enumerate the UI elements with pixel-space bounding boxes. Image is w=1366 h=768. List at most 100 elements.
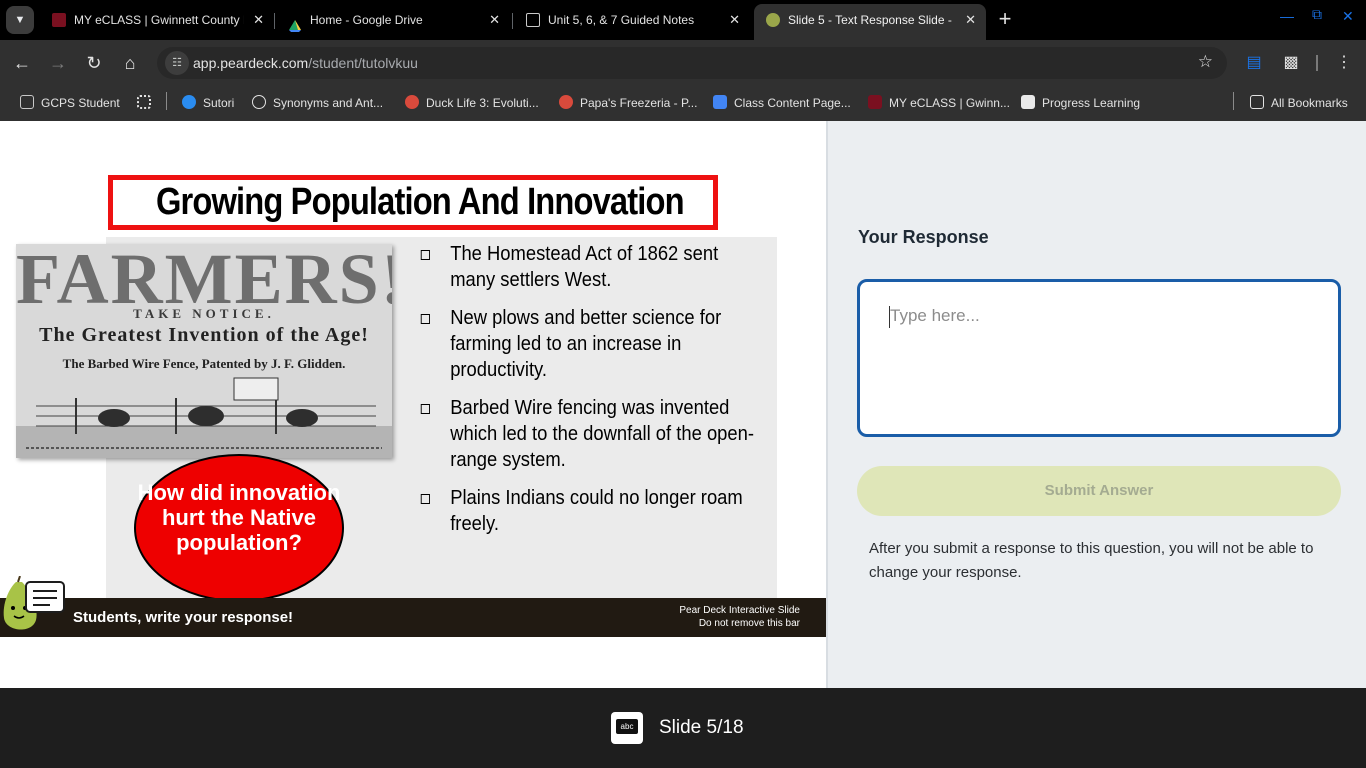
- bookmark-divider: [166, 92, 167, 110]
- minimize-icon[interactable]: —: [1280, 8, 1294, 24]
- bookmark-duck-life[interactable]: Duck Life 3: Evoluti...: [405, 93, 539, 113]
- response-textarea[interactable]: Type here...: [857, 279, 1341, 437]
- site-info-icon[interactable]: ☷: [165, 51, 189, 75]
- bullet-square-icon: [420, 404, 430, 414]
- tab-eclass[interactable]: MY eCLASS | Gwinnett County P ✕: [40, 4, 274, 40]
- bookmark-divider: [1233, 92, 1234, 110]
- pear-deck-bar-note: Pear Deck Interactive Slide Do not remov…: [679, 604, 800, 630]
- close-icon[interactable]: ✕: [965, 4, 976, 36]
- extensions-icon[interactable]: ▩: [1280, 52, 1302, 74]
- new-tab-button[interactable]: +: [993, 8, 1017, 32]
- pear-deck-bar-label: Students, write your response!: [73, 609, 294, 626]
- poster-line-2: The Barbed Wire Fence, Patented by J. F.…: [62, 356, 346, 371]
- tab-search-button[interactable]: ▼: [6, 6, 34, 34]
- bookmark-label: Sutori: [203, 96, 235, 110]
- close-window-icon[interactable]: ✕: [1342, 8, 1354, 25]
- slide-title-box: Growing Population And Innovation: [108, 175, 718, 230]
- bookmark-label: Papa's Freezeria - P...: [580, 96, 698, 110]
- close-icon[interactable]: ✕: [729, 4, 740, 36]
- response-panel: Your Response Type here... Submit Answer…: [826, 121, 1366, 688]
- pear-mascot-icon: [3, 576, 65, 630]
- tab-strip: ▼ MY eCLASS | Gwinnett County P ✕ Home -…: [0, 0, 1366, 40]
- url-host: app.peardeck.com: [193, 55, 309, 71]
- bullet-text: Barbed Wire fencing was invented which l…: [450, 397, 755, 471]
- url-text[interactable]: app.peardeck.com/student/tutolvkuu: [193, 55, 418, 71]
- grid-icon: [137, 95, 151, 109]
- bookmark-gcps-student[interactable]: GCPS Student: [20, 93, 120, 113]
- google-docs-icon: [713, 95, 727, 109]
- forward-icon[interactable]: →: [45, 50, 71, 76]
- response-placeholder: Type here...: [890, 306, 980, 325]
- reload-icon[interactable]: ↻: [81, 50, 107, 76]
- slide-number: Slide 5/18: [659, 717, 744, 738]
- tab-title: Unit 5, 6, & 7 Guided Notes: [548, 13, 695, 27]
- bookmark-all-bookmarks[interactable]: All Bookmarks: [1250, 93, 1348, 113]
- game-icon: [559, 95, 573, 109]
- tab-guided-notes[interactable]: Unit 5, 6, & 7 Guided Notes ✕: [514, 4, 750, 40]
- tab-pear-deck-slide[interactable]: Slide 5 - Text Response Slide - P ✕: [754, 4, 986, 40]
- reading-mode-icon[interactable]: ▤: [1243, 52, 1265, 74]
- submit-answer-button[interactable]: Submit Answer: [857, 466, 1341, 516]
- slide-area: Growing Population And Innovation FARMER…: [0, 121, 826, 688]
- bullet-square-icon: [420, 314, 430, 324]
- bookmark-eclass[interactable]: MY eCLASS | Gwinn...: [868, 93, 1010, 113]
- submit-note: After you submit a response to this ques…: [869, 540, 1314, 581]
- slide-title: Growing Population And Innovation: [155, 181, 685, 223]
- bookmark-label: Progress Learning: [1042, 96, 1141, 110]
- back-icon[interactable]: ←: [9, 50, 35, 76]
- globe-icon: [252, 95, 266, 109]
- folder-icon: [1250, 95, 1264, 109]
- slide-icon-label: abc: [616, 719, 638, 734]
- eclass-favicon-icon: [52, 13, 66, 27]
- pear-deck-bar-note-line-1: Pear Deck Interactive Slide: [679, 605, 800, 616]
- tab-title: Home - Google Drive: [310, 13, 423, 27]
- bullet-item: Barbed Wire fencing was invented which l…: [418, 395, 768, 473]
- close-icon[interactable]: ✕: [489, 4, 500, 36]
- progress-learning-icon: [1021, 95, 1035, 109]
- page-content: Growing Population And Innovation FARMER…: [0, 121, 1366, 688]
- game-icon: [405, 95, 419, 109]
- bullet-item: Plains Indians could no longer roam free…: [418, 485, 768, 537]
- document-icon: [526, 13, 540, 27]
- bookmark-progress-learning[interactable]: Progress Learning: [1021, 93, 1140, 113]
- address-bar[interactable]: ☷ app.peardeck.com/student/tutolvkuu ☆: [157, 47, 1227, 79]
- pear-deck-bar-note-line-2: Do not remove this bar: [698, 618, 800, 629]
- menu-icon[interactable]: ⋮: [1333, 52, 1355, 74]
- bullet-text: Plains Indians could no longer roam free…: [450, 487, 743, 535]
- close-icon[interactable]: ✕: [253, 4, 264, 36]
- url-path: /student/tutolvkuu: [308, 55, 418, 71]
- bookmarks-bar: GCPS Student Sutori Synonyms and Ant... …: [0, 86, 1366, 121]
- browser-toolbar: ← → ↻ ⌂ ☷ app.peardeck.com/student/tutol…: [0, 40, 1366, 86]
- text-response-slide-icon: abc: [611, 712, 643, 744]
- apps-icon[interactable]: [137, 93, 158, 113]
- tab-google-drive[interactable]: Home - Google Drive ✕: [276, 4, 510, 40]
- bookmark-label: MY eCLASS | Gwinn...: [889, 96, 1010, 110]
- tab-title: Slide 5 - Text Response Slide - P: [788, 13, 956, 27]
- bullet-item: The Homestead Act of 1862 sent many sett…: [418, 241, 768, 293]
- bullet-item: New plows and better science for farming…: [418, 305, 768, 383]
- bullet-text: The Homestead Act of 1862 sent many sett…: [450, 243, 719, 291]
- bullet-square-icon: [420, 494, 430, 504]
- poster-subheadline: TAKE NOTICE.: [133, 306, 275, 321]
- tab-title: MY eCLASS | Gwinnett County P: [74, 13, 244, 27]
- bookmark-synonyms[interactable]: Synonyms and Ant...: [252, 93, 383, 113]
- bookmark-label: Duck Life 3: Evoluti...: [426, 96, 539, 110]
- bookmark-class-content[interactable]: Class Content Page...: [713, 93, 851, 113]
- bookmark-star-icon[interactable]: ☆: [1198, 52, 1213, 72]
- bullet-square-icon: [420, 250, 430, 260]
- bookmark-sutori[interactable]: Sutori: [182, 93, 234, 113]
- bookmark-label: GCPS Student: [41, 96, 120, 110]
- home-icon[interactable]: ⌂: [117, 50, 143, 76]
- bullet-list: The Homestead Act of 1862 sent many sett…: [418, 241, 768, 549]
- bullet-text: New plows and better science for farming…: [450, 307, 722, 381]
- bookmark-label: Synonyms and Ant...: [273, 96, 384, 110]
- poster-line-1: The Greatest Invention of the Age!: [39, 324, 369, 346]
- response-title: Your Response: [858, 227, 989, 247]
- slide-footer: abc Slide 5/18: [0, 688, 1366, 768]
- google-drive-icon: [288, 13, 302, 32]
- maximize-icon[interactable]: ⧉: [1312, 6, 1322, 23]
- poster-headline: FARMERS!: [16, 244, 392, 319]
- farmers-poster-image: FARMERS! TAKE NOTICE. The Greatest Inven…: [16, 244, 392, 458]
- tab-divider: [274, 13, 275, 29]
- bookmark-papas-freezeria[interactable]: Papa's Freezeria - P...: [559, 93, 697, 113]
